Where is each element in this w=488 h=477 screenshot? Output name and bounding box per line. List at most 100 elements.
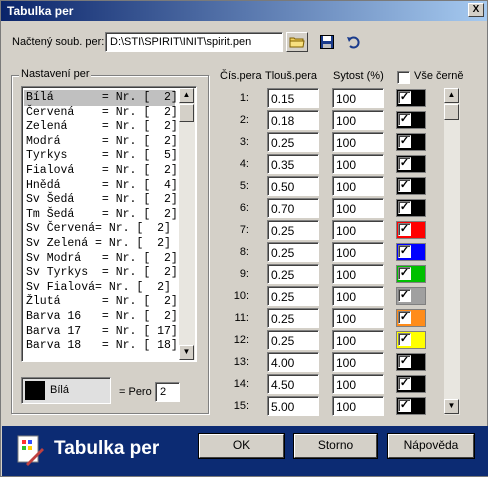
folder-icon [289,37,305,48]
pen-setting-item[interactable]: Tm Šedá = Nr. [ 2] [24,207,178,223]
pen-black-checkbox[interactable]: ✓ [398,223,411,236]
pen-opacity-input[interactable]: 100 [332,132,384,152]
pen-number: 10: [233,290,249,302]
table-scrollbar[interactable]: ▲ ▼ [444,88,460,415]
all-black-label: Vše černě [414,70,464,82]
pen-black-checkbox[interactable]: ✓ [398,245,411,258]
undo-button[interactable] [346,35,362,51]
pen-black-checkbox[interactable]: ✓ [398,289,411,302]
pen-number: 1: [239,92,249,104]
list-scrollbar[interactable]: ▲ ▼ [179,88,195,360]
pen-thickness-input[interactable]: 0.18 [267,110,319,130]
scroll-thumb[interactable] [179,104,194,122]
pen-black-checkbox[interactable]: ✓ [398,135,411,148]
pen-setting-item[interactable]: Bílá = Nr. [ 2] [24,90,178,106]
pen-settings-title: Nastavení per [19,68,92,80]
pen-thickness-input[interactable]: 0.15 [267,88,319,108]
open-file-button[interactable] [286,32,308,52]
pen-number: 15: [233,400,249,412]
pen-black-checkbox[interactable]: ✓ [398,201,411,214]
selected-color-name: Bílá [50,384,69,396]
pen-thickness-input[interactable]: 0.35 [267,154,319,174]
scroll-down-button[interactable]: ▼ [179,345,194,360]
pen-thickness-input[interactable]: 0.25 [267,308,319,328]
pen-black-checkbox[interactable]: ✓ [398,311,411,324]
pen-number: 14: [233,378,249,390]
pen-opacity-input[interactable]: 100 [332,176,384,196]
pen-opacity-input[interactable]: 100 [332,396,384,416]
pen-thickness-input[interactable]: 0.25 [267,220,319,240]
save-button[interactable] [320,35,336,51]
undo-icon [347,36,360,49]
cancel-button[interactable]: Storno [294,434,377,458]
pen-opacity-input[interactable]: 100 [332,242,384,262]
pen-opacity-input[interactable]: 100 [332,308,384,328]
pen-thickness-input[interactable]: 4.00 [267,352,319,372]
pen-opacity-input[interactable]: 100 [332,374,384,394]
pen-setting-item[interactable]: Sv Červená= Nr. [ 2] [24,221,175,237]
pen-black-checkbox[interactable]: ✓ [398,267,411,280]
table-scroll-up-button[interactable]: ▲ [444,88,459,103]
pen-thickness-input[interactable]: 5.00 [267,396,319,416]
pen-setting-item[interactable]: Zelená = Nr. [ 2] [24,119,178,135]
pen-thickness-input[interactable]: 0.25 [267,264,319,284]
pen-thickness-header: Tlouš.pera [265,70,317,82]
opacity-header: Sytost (%) [333,70,384,82]
pen-setting-item[interactable]: Sv Zelená = Nr. [ 2] [24,236,175,252]
pen-setting-item[interactable]: Hnědá = Nr. [ 4] [24,178,178,194]
pen-thickness-input[interactable]: 0.50 [267,176,319,196]
pen-setting-item[interactable]: Sv Fialová= Nr. [ 2] [24,280,175,296]
pen-black-checkbox[interactable]: ✓ [398,377,411,390]
pen-opacity-input[interactable]: 100 [332,330,384,350]
pen-opacity-input[interactable]: 100 [332,286,384,306]
pen-thickness-input[interactable]: 0.70 [267,198,319,218]
title-bar: Tabulka per X [1,1,487,21]
pen-setting-item[interactable]: Tyrkys = Nr. [ 5] [24,148,178,164]
pero-input[interactable]: 2 [155,382,180,402]
pen-opacity-input[interactable]: 100 [332,110,384,130]
pen-setting-item[interactable]: Barva 17 = Nr. [ 17] [24,324,178,340]
pen-black-checkbox[interactable]: ✓ [398,333,411,346]
pen-number: 6: [239,202,249,214]
close-button[interactable]: X [468,3,484,17]
pen-opacity-input[interactable]: 100 [332,198,384,218]
pen-black-checkbox[interactable]: ✓ [398,355,411,368]
all-black-checkbox[interactable] [397,71,410,84]
pen-thickness-input[interactable]: 0.25 [267,132,319,152]
pen-opacity-input[interactable]: 100 [332,154,384,174]
ok-button[interactable]: OK [199,434,284,458]
pen-opacity-input[interactable]: 100 [332,352,384,372]
pen-number: 11: [234,312,249,324]
pen-setting-item[interactable]: Fialová = Nr. [ 2] [24,163,178,179]
pen-settings-list[interactable]: Bílá = Nr. [ 2] Červená = Nr. [ 2] Zelená … [21,86,197,362]
table-scroll-thumb[interactable] [444,104,459,120]
pen-number: 2: [239,114,249,126]
pen-setting-item[interactable]: Barva 16 = Nr. [ 2] [24,309,178,325]
pen-black-checkbox[interactable]: ✓ [398,179,411,192]
help-button[interactable]: Nápověda [388,434,474,458]
pen-thickness-input[interactable]: 0.25 [267,330,319,350]
pen-setting-item[interactable]: Sv Šedá = Nr. [ 2] [24,192,178,208]
pen-opacity-input[interactable]: 100 [332,220,384,240]
pen-black-checkbox[interactable]: ✓ [398,399,411,412]
pen-setting-item[interactable]: Červená = Nr. [ 2] [24,105,178,121]
floppy-icon [320,35,334,49]
pen-black-checkbox[interactable]: ✓ [398,157,411,170]
footer-banner: Tabulka per OK Storno Nápověda [2,426,488,476]
pen-setting-item[interactable]: Sv Modrá = Nr. [ 2] [24,251,178,267]
pen-setting-item[interactable]: Žlutá = Nr. [ 2] [24,294,178,310]
pen-thickness-input[interactable]: 0.25 [267,242,319,262]
scroll-up-button[interactable]: ▲ [179,88,194,103]
pen-thickness-input[interactable]: 0.25 [267,286,319,306]
pen-opacity-input[interactable]: 100 [332,88,384,108]
pen-setting-item[interactable]: Sv Tyrkys = Nr. [ 2] [24,265,178,281]
pen-setting-item[interactable]: Barva 18 = Nr. [ 18] [24,338,178,354]
table-scroll-down-button[interactable]: ▼ [444,399,459,414]
file-path-field[interactable]: D:\STI\SPIRIT\INIT\spirit.pen [105,32,283,52]
pen-setting-item[interactable]: Modrá = Nr. [ 2] [24,134,178,150]
pen-opacity-input[interactable]: 100 [332,264,384,284]
pen-black-checkbox[interactable]: ✓ [398,113,411,126]
pen-thickness-input[interactable]: 4.50 [267,374,319,394]
pen-black-checkbox[interactable]: ✓ [398,91,411,104]
pero-label: = Pero [119,386,152,398]
